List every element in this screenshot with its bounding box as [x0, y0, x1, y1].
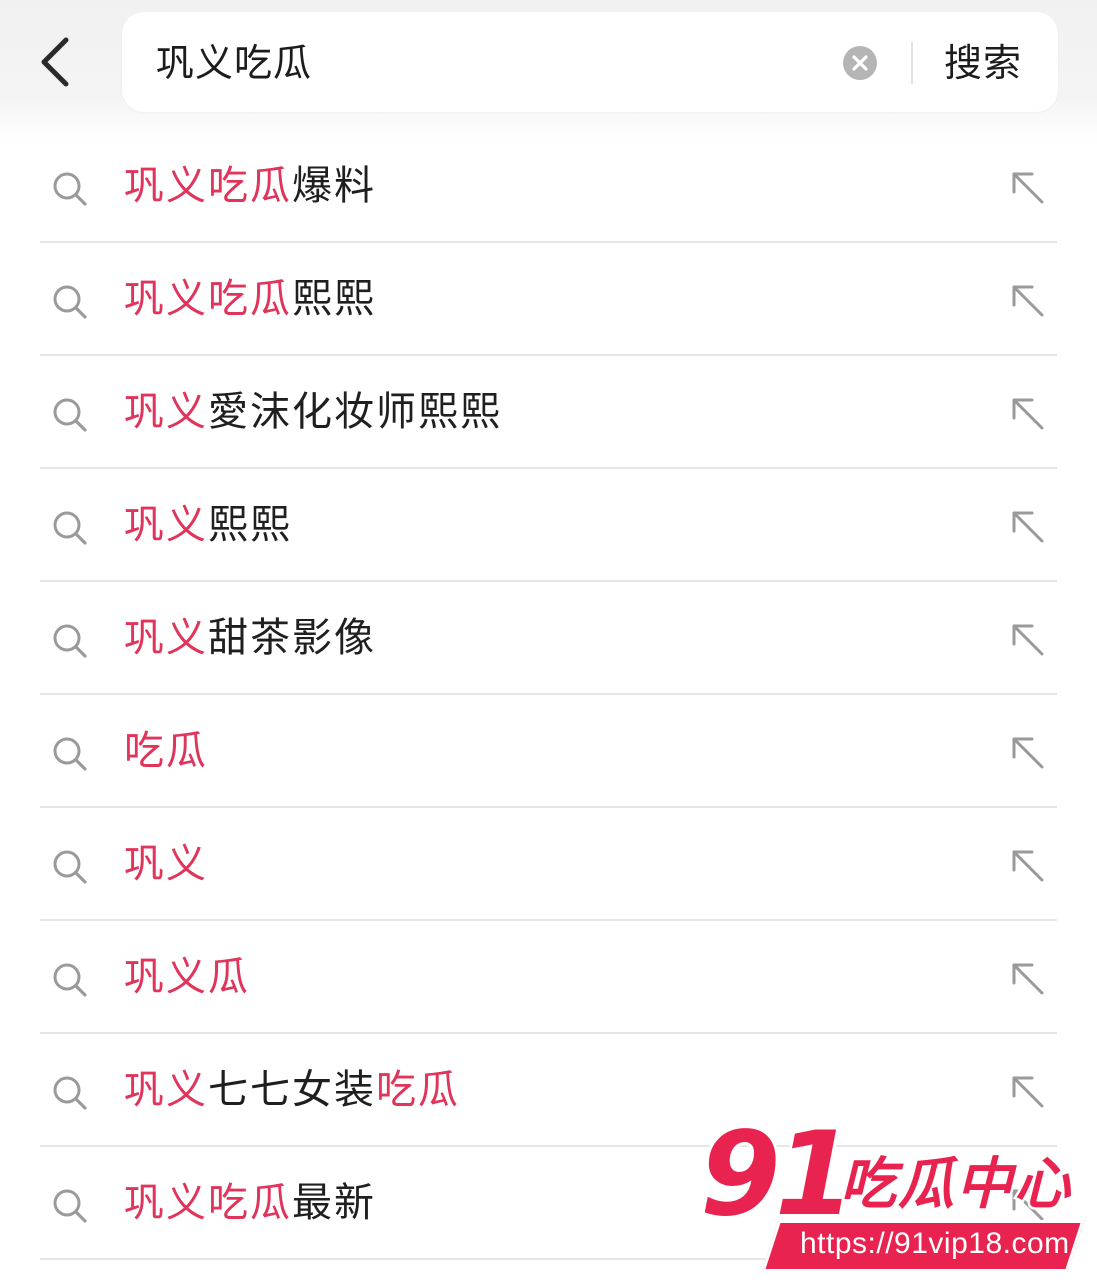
highlighted-match: 巩义	[124, 389, 208, 435]
highlighted-match: 巩义吃瓜	[124, 163, 292, 209]
search-icon	[53, 963, 87, 997]
suggestion-row[interactable]: 巩义熙熙	[0, 469, 1097, 582]
suggestion-row[interactable]: 巩义吃瓜最新	[0, 1147, 1097, 1260]
search-divider	[911, 42, 913, 84]
row-divider	[40, 1258, 1057, 1260]
fill-query-arrow-icon[interactable]	[1006, 1183, 1048, 1225]
highlighted-match: 吃瓜	[376, 1067, 460, 1113]
suggestion-remainder: 最新	[292, 1180, 376, 1226]
highlighted-match: 巩义	[124, 502, 208, 548]
suggestion-text: 巩义吃瓜最新	[124, 1175, 376, 1231]
suggestion-text: 巩义	[124, 836, 208, 892]
suggestion-remainder: 熙熙	[208, 502, 292, 548]
fill-query-arrow-icon[interactable]	[1006, 1070, 1048, 1112]
top-bar: 搜索	[0, 0, 1097, 140]
suggestion-text: 巩义愛沫化妆师熙熙	[124, 384, 502, 440]
suggestion-text: 巩义甜茶影像	[124, 610, 376, 666]
suggestion-row[interactable]: 巩义瓜	[0, 921, 1097, 1034]
suggestion-row[interactable]: 巩义吃瓜熙熙	[0, 243, 1097, 356]
fill-query-arrow-icon[interactable]	[1006, 618, 1048, 660]
search-box: 搜索	[122, 12, 1058, 112]
suggestion-list: 巩义吃瓜爆料 巩义吃瓜熙熙 巩义愛沫化妆师熙熙 巩义熙熙 巩义甜茶影像 吃瓜 巩义 巩义瓜 巩义…	[0, 130, 1097, 1260]
highlighted-match: 巩义	[124, 1067, 208, 1113]
suggestion-row[interactable]: 巩义	[0, 808, 1097, 921]
fill-query-arrow-icon[interactable]	[1006, 279, 1048, 321]
search-icon	[53, 398, 87, 432]
fill-query-arrow-icon[interactable]	[1006, 392, 1048, 434]
search-button[interactable]: 搜索	[944, 37, 1022, 89]
search-icon	[53, 285, 87, 319]
suggestion-text: 巩义熙熙	[124, 497, 292, 553]
search-icon	[53, 624, 87, 658]
suggestion-row[interactable]: 巩义吃瓜爆料	[0, 130, 1097, 243]
suggestion-row[interactable]: 巩义甜茶影像	[0, 582, 1097, 695]
suggestion-text: 吃瓜	[124, 723, 208, 779]
clear-circle-icon[interactable]	[842, 45, 878, 81]
fill-query-arrow-icon[interactable]	[1006, 166, 1048, 208]
fill-query-arrow-icon[interactable]	[1006, 957, 1048, 999]
search-icon	[53, 511, 87, 545]
search-icon	[53, 737, 87, 771]
suggestion-text: 巩义七七女装吃瓜	[124, 1062, 460, 1118]
suggestion-text: 巩义吃瓜爆料	[124, 158, 376, 214]
highlighted-match: 巩义	[124, 841, 208, 887]
suggestion-remainder: 七七女装	[208, 1067, 376, 1113]
fill-query-arrow-icon[interactable]	[1006, 844, 1048, 886]
suggestion-remainder: 熙熙	[292, 276, 376, 322]
search-icon	[53, 1189, 87, 1223]
highlighted-match: 吃瓜	[124, 728, 208, 774]
search-icon	[53, 850, 87, 884]
suggestion-row[interactable]: 巩义七七女装吃瓜	[0, 1034, 1097, 1147]
suggestion-row[interactable]: 吃瓜	[0, 695, 1097, 808]
fill-query-arrow-icon[interactable]	[1006, 505, 1048, 547]
suggestion-text: 巩义瓜	[124, 949, 250, 1005]
back-button[interactable]	[30, 30, 86, 94]
search-icon	[53, 1076, 87, 1110]
highlighted-match: 巩义	[124, 615, 208, 661]
fill-query-arrow-icon[interactable]	[1006, 731, 1048, 773]
suggestion-remainder: 爆料	[292, 163, 376, 209]
search-icon	[53, 172, 87, 206]
search-input[interactable]	[156, 35, 756, 91]
suggestion-remainder: 甜茶影像	[208, 615, 376, 661]
suggestion-row[interactable]: 巩义愛沫化妆师熙熙	[0, 356, 1097, 469]
highlighted-match: 巩义吃瓜	[124, 276, 292, 322]
suggestion-remainder: 愛沫化妆师熙熙	[208, 389, 502, 435]
chevron-left-icon	[41, 37, 69, 87]
suggestion-text: 巩义吃瓜熙熙	[124, 271, 376, 327]
highlighted-match: 巩义吃瓜	[124, 1180, 292, 1226]
highlighted-match: 巩义瓜	[124, 954, 250, 1000]
